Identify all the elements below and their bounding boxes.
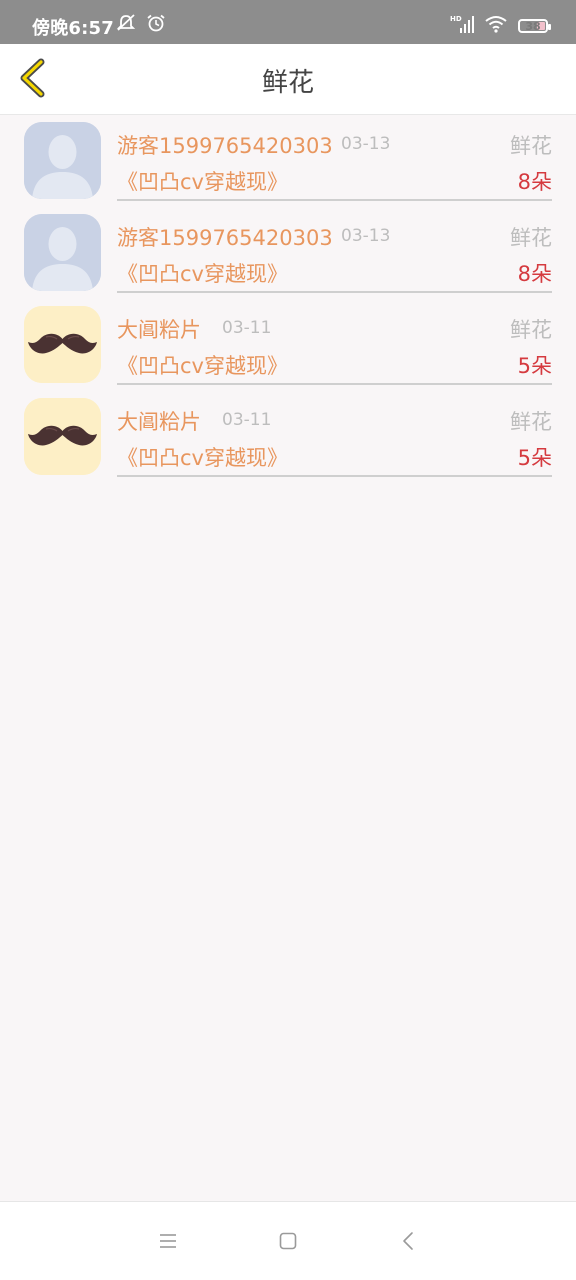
record-date: 03-11 bbox=[222, 410, 272, 430]
system-nav-bar bbox=[0, 1201, 576, 1280]
record-info: 游客1599765420303 03-13 鲜花 《凹凸cv穿越现》 8朵 bbox=[117, 114, 552, 201]
menu-button[interactable] bbox=[150, 1224, 186, 1258]
status-bar: 傍晚6:57 HD 38 bbox=[0, 0, 576, 44]
status-time: 傍晚6:57 bbox=[32, 18, 114, 39]
alarm-icon bbox=[146, 14, 166, 36]
list-item[interactable]: 大阊粭片 03-11 鲜花 《凹凸cv穿越现》 5朵 bbox=[0, 298, 576, 390]
top-bar: 鲜花 bbox=[0, 44, 576, 115]
mute-icon bbox=[116, 14, 136, 36]
back-nav-button[interactable] bbox=[390, 1224, 426, 1258]
home-icon bbox=[279, 1232, 297, 1250]
gift-type: 鲜花 bbox=[510, 226, 552, 250]
gift-count: 8朵 bbox=[517, 170, 552, 194]
book-title[interactable]: 《凹凸cv穿越现》 bbox=[117, 258, 288, 288]
record-info: 游客1599765420303 03-13 鲜花 《凹凸cv穿越现》 8朵 bbox=[117, 206, 552, 293]
avatar bbox=[24, 306, 101, 383]
list-item[interactable]: 游客1599765420303 03-13 鲜花 《凹凸cv穿越现》 8朵 bbox=[0, 114, 576, 206]
record-info: 大阊粭片 03-11 鲜花 《凹凸cv穿越现》 5朵 bbox=[117, 390, 552, 477]
mustache-avatar-icon bbox=[24, 306, 101, 383]
default-avatar-icon bbox=[24, 122, 101, 199]
gift-count: 8朵 bbox=[517, 262, 552, 286]
gift-record-list: 游客1599765420303 03-13 鲜花 《凹凸cv穿越现》 8朵 游客… bbox=[0, 114, 576, 482]
username[interactable]: 大阊粭片 bbox=[117, 314, 201, 344]
gift-type: 鲜花 bbox=[510, 318, 552, 342]
list-item[interactable]: 大阊粭片 03-11 鲜花 《凹凸cv穿越现》 5朵 bbox=[0, 390, 576, 482]
gift-type: 鲜花 bbox=[510, 410, 552, 434]
battery-level: 38 bbox=[525, 19, 541, 33]
gift-count: 5朵 bbox=[517, 446, 552, 470]
avatar bbox=[24, 214, 101, 291]
book-title[interactable]: 《凹凸cv穿越现》 bbox=[117, 442, 288, 472]
default-avatar-icon bbox=[24, 214, 101, 291]
mustache-avatar-icon bbox=[24, 398, 101, 475]
gift-count: 5朵 bbox=[517, 354, 552, 378]
gift-type: 鲜花 bbox=[510, 134, 552, 158]
username[interactable]: 游客1599765420303 bbox=[117, 130, 333, 160]
hd-signal-icon: HD bbox=[450, 14, 474, 38]
wifi-icon bbox=[484, 15, 508, 37]
battery-icon: 38 bbox=[518, 19, 551, 33]
record-info: 大阊粭片 03-11 鲜花 《凹凸cv穿越现》 5朵 bbox=[117, 298, 552, 385]
record-date: 03-13 bbox=[341, 134, 391, 154]
username[interactable]: 大阊粭片 bbox=[117, 406, 201, 436]
avatar bbox=[24, 122, 101, 199]
menu-icon bbox=[160, 1234, 176, 1248]
status-left-icons bbox=[116, 14, 166, 36]
status-right-icons: HD 38 bbox=[450, 14, 551, 38]
avatar bbox=[24, 398, 101, 475]
username[interactable]: 游客1599765420303 bbox=[117, 222, 333, 252]
book-title[interactable]: 《凹凸cv穿越现》 bbox=[117, 166, 288, 196]
book-title[interactable]: 《凹凸cv穿越现》 bbox=[117, 350, 288, 380]
svg-text:HD: HD bbox=[450, 15, 462, 23]
page-title: 鲜花 bbox=[261, 68, 314, 98]
home-button[interactable] bbox=[270, 1224, 306, 1258]
record-date: 03-11 bbox=[222, 318, 272, 338]
record-date: 03-13 bbox=[341, 226, 391, 246]
list-item[interactable]: 游客1599765420303 03-13 鲜花 《凹凸cv穿越现》 8朵 bbox=[0, 206, 576, 298]
back-icon bbox=[403, 1232, 413, 1250]
